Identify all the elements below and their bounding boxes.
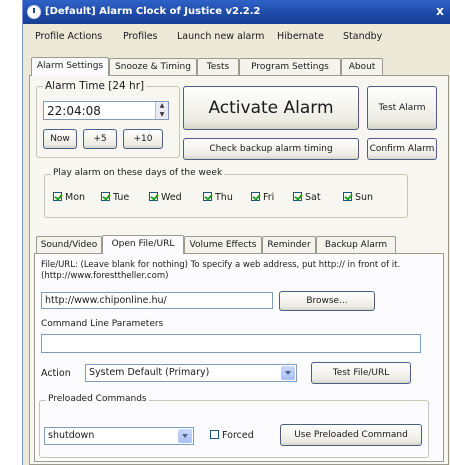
action-label: Action bbox=[41, 368, 71, 379]
preloaded-commands-group: Preloaded Commands shutdown Forced Use P… bbox=[39, 394, 429, 458]
top-tab-strip: Alarm Settings Snooze & Timing Tests Pro… bbox=[31, 57, 441, 76]
tab-sound-video[interactable]: Sound/Video bbox=[36, 236, 102, 253]
checkbox-checked-icon bbox=[101, 192, 110, 201]
spin-up-icon[interactable]: ▲ bbox=[156, 102, 168, 111]
command-line-label: Command Line Parameters bbox=[41, 319, 164, 329]
plus10-button[interactable]: +10 bbox=[123, 129, 163, 149]
days-group: Play alarm on these days of the week Mon… bbox=[44, 168, 408, 218]
day-checkbox-sat[interactable]: Sat bbox=[293, 192, 321, 203]
day-checkbox-tue[interactable]: Tue bbox=[101, 192, 129, 203]
tab-program-settings[interactable]: Program Settings bbox=[239, 58, 341, 75]
menu-profiles[interactable]: Profiles bbox=[123, 31, 158, 42]
activate-alarm-button[interactable]: Activate Alarm bbox=[183, 86, 359, 130]
day-checkbox-fri[interactable]: Fri bbox=[251, 192, 274, 203]
menu-standby[interactable]: Standby bbox=[343, 31, 382, 42]
tab-reminder[interactable]: Reminder bbox=[262, 236, 316, 253]
close-icon[interactable]: x bbox=[433, 3, 447, 19]
checkbox-checked-icon bbox=[251, 192, 260, 201]
file-url-input[interactable]: http://www.chiponline.hu/ bbox=[41, 292, 273, 309]
alarm-time-group-title: Alarm Time [24 hr] bbox=[43, 80, 147, 92]
use-preloaded-command-button[interactable]: Use Preloaded Command bbox=[280, 424, 422, 446]
checkbox-checked-icon bbox=[149, 192, 158, 201]
action-select[interactable]: System Default (Primary) bbox=[85, 364, 297, 382]
tab-backup-alarm[interactable]: Backup Alarm bbox=[316, 236, 396, 253]
browse-button[interactable]: Browse... bbox=[279, 291, 375, 311]
test-alarm-button[interactable]: Test Alarm bbox=[367, 86, 437, 130]
app-clock-icon bbox=[27, 5, 41, 19]
alarm-time-spinner[interactable]: ▲ ▼ bbox=[155, 102, 168, 119]
checkbox-unchecked-icon bbox=[210, 430, 219, 439]
check-backup-timing-button[interactable]: Check backup alarm timing bbox=[183, 138, 359, 160]
preloaded-commands-title: Preloaded Commands bbox=[46, 394, 149, 404]
day-checkbox-wed[interactable]: Wed bbox=[149, 192, 182, 203]
window-title: [Default] Alarm Clock of Justice v2.2.2 bbox=[45, 6, 261, 17]
checkbox-checked-icon bbox=[53, 192, 62, 201]
alarm-time-input[interactable]: 22:04:08 ▲ ▼ bbox=[43, 101, 169, 120]
menu-profile-actions[interactable]: Profile Actions bbox=[35, 31, 102, 42]
checkbox-checked-icon bbox=[293, 192, 302, 201]
tab-volume-effects[interactable]: Volume Effects bbox=[184, 236, 262, 253]
title-bar: [Default] Alarm Clock of Justice v2.2.2 … bbox=[23, 0, 450, 24]
confirm-alarm-button[interactable]: Confirm Alarm bbox=[367, 138, 437, 160]
checkbox-checked-icon bbox=[203, 192, 212, 201]
action-select-value: System Default (Primary) bbox=[89, 367, 210, 378]
tab-snooze-timing[interactable]: Snooze & Timing bbox=[109, 58, 197, 75]
spin-down-icon[interactable]: ▼ bbox=[156, 111, 168, 120]
alarm-settings-panel: Alarm Time [24 hr] 22:04:08 ▲ ▼ Now +5 +… bbox=[29, 75, 449, 465]
alarm-time-group: Alarm Time [24 hr] 22:04:08 ▲ ▼ Now +5 +… bbox=[36, 80, 180, 158]
day-checkbox-sun[interactable]: Sun bbox=[343, 192, 373, 203]
chevron-down-icon[interactable] bbox=[281, 366, 295, 380]
app-window: [Default] Alarm Clock of Justice v2.2.2 … bbox=[22, 0, 450, 465]
preloaded-command-select[interactable]: shutdown bbox=[44, 427, 194, 445]
now-button[interactable]: Now bbox=[43, 129, 77, 149]
day-checkbox-thu[interactable]: Thu bbox=[203, 192, 233, 203]
day-checkbox-mon[interactable]: Mon bbox=[53, 192, 85, 203]
alarm-time-value: 22:04:08 bbox=[47, 104, 101, 118]
tab-tests[interactable]: Tests bbox=[197, 58, 239, 75]
tab-open-file-url[interactable]: Open File/URL bbox=[102, 235, 184, 254]
menu-launch-new-alarm[interactable]: Launch new alarm bbox=[177, 31, 264, 42]
tab-alarm-settings[interactable]: Alarm Settings bbox=[31, 57, 109, 76]
menu-hibernate[interactable]: Hibernate bbox=[277, 31, 324, 42]
command-line-input[interactable] bbox=[41, 334, 421, 353]
sub-tab-strip: Sound/Video Open File/URL Volume Effects… bbox=[36, 235, 436, 254]
activate-alarm-label: Activate Alarm bbox=[208, 98, 334, 118]
days-group-title: Play alarm on these days of the week bbox=[51, 168, 225, 178]
forced-checkbox[interactable]: Forced bbox=[210, 430, 254, 441]
menu-bar: Profile Actions Profiles Launch new alar… bbox=[23, 28, 450, 46]
chevron-down-icon[interactable] bbox=[178, 429, 192, 443]
checkbox-checked-icon bbox=[343, 192, 352, 201]
file-url-description: File/URL: (Leave blank for nothing) To s… bbox=[41, 260, 401, 281]
test-file-url-button[interactable]: Test File/URL bbox=[311, 362, 411, 384]
open-file-url-panel: File/URL: (Leave blank for nothing) To s… bbox=[34, 253, 444, 462]
plus5-button[interactable]: +5 bbox=[83, 129, 117, 149]
preloaded-command-value: shutdown bbox=[48, 430, 95, 441]
tab-about[interactable]: About bbox=[341, 58, 383, 75]
